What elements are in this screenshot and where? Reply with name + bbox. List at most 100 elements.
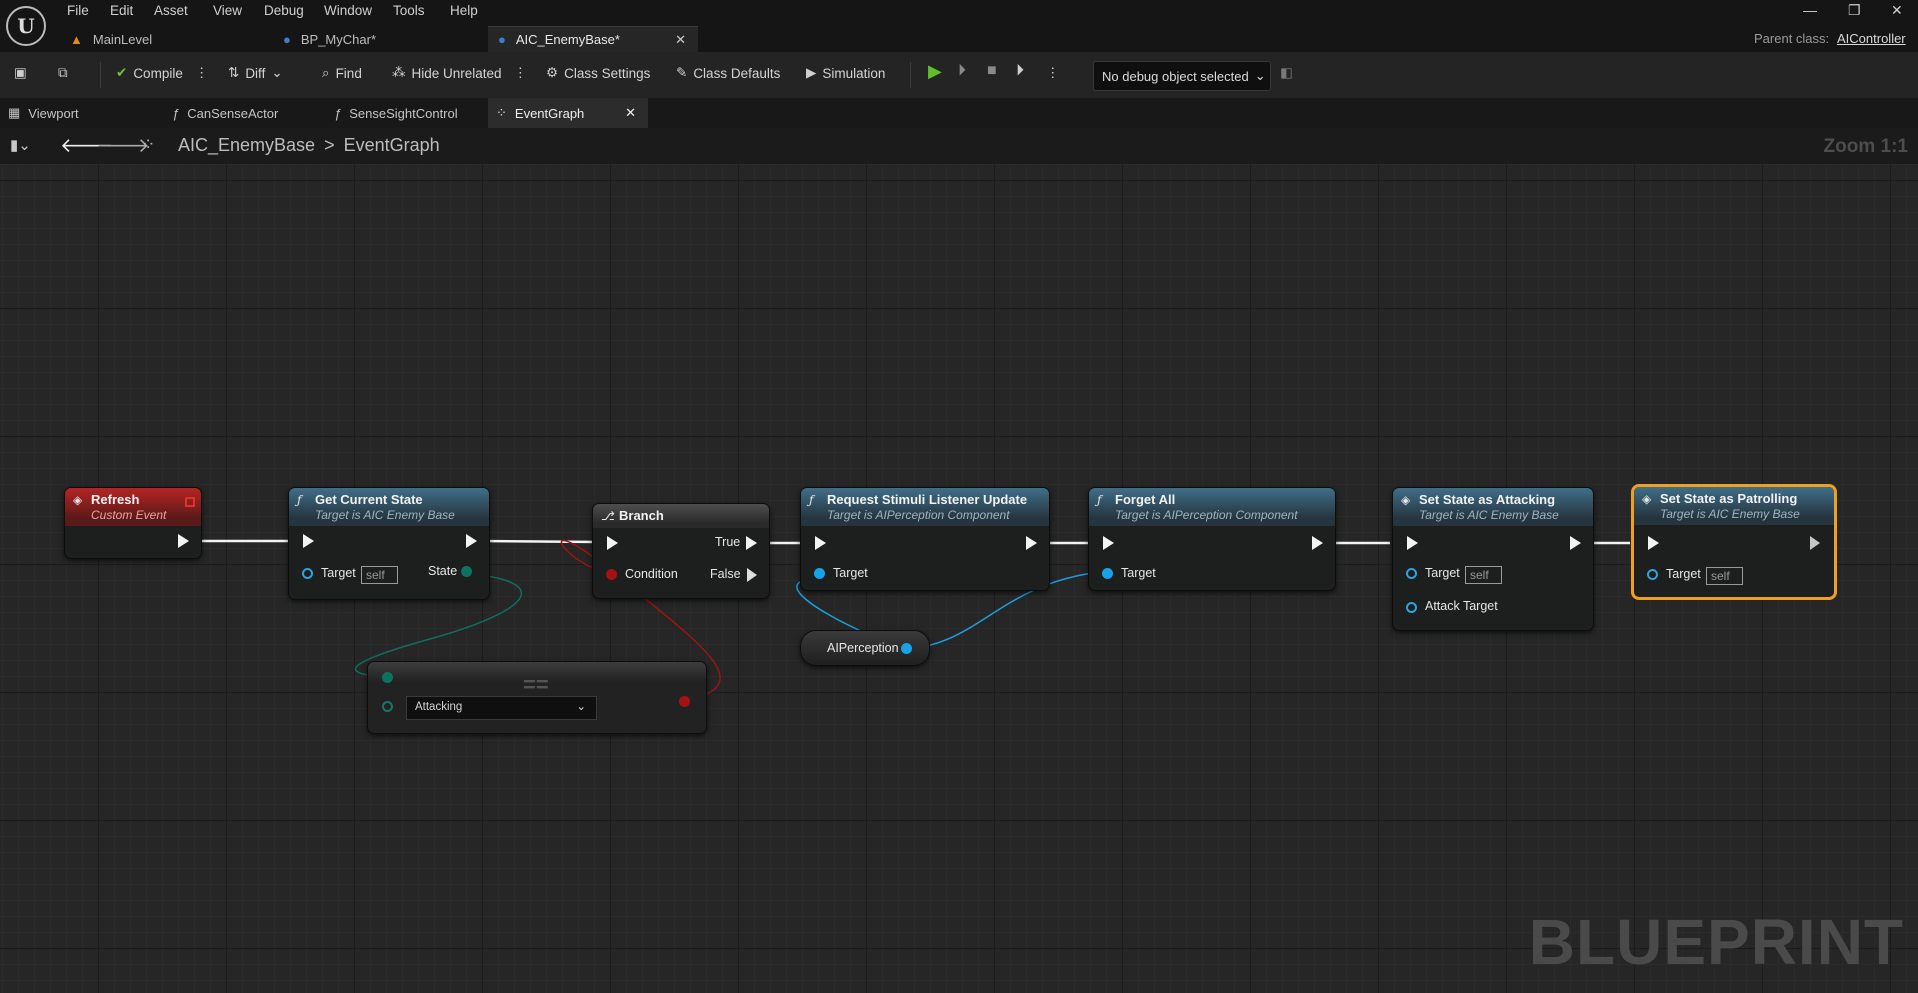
exec-in-pin[interactable]: [303, 534, 314, 548]
graph-icon: ⁘: [496, 105, 507, 120]
target-self-field[interactable]: self: [1706, 567, 1743, 585]
exec-in-pin[interactable]: [1407, 536, 1418, 550]
node-set-state-attacking[interactable]: ◈ Set State as Attacking Target is AIC E…: [1392, 487, 1594, 631]
exec-out-pin[interactable]: [1026, 536, 1037, 550]
result-pin[interactable]: [679, 696, 690, 707]
compile-button[interactable]: ✔ Compile ⋮: [116, 65, 208, 81]
node-set-state-patrolling[interactable]: ◈ Set State as Patrolling Target is AIC …: [1632, 485, 1836, 599]
state-pin[interactable]: [461, 566, 472, 577]
tab-sensesightcontrol[interactable]: ƒ SenseSightControl: [334, 98, 458, 128]
target-pin[interactable]: [1406, 568, 1417, 579]
function-icon: ƒ: [334, 105, 342, 121]
bookmark-icon[interactable]: ▮⌄: [10, 136, 31, 154]
restore-icon[interactable]: ❐: [1848, 2, 1861, 19]
debug-camera-icon[interactable]: ◧: [1280, 65, 1293, 81]
exec-in-pin[interactable]: [607, 536, 618, 550]
hide-unrelated-button[interactable]: ⁂ Hide Unrelated ⋮: [392, 65, 527, 81]
node-refresh-event[interactable]: ◈ Refresh Custom Event: [64, 487, 202, 559]
menu-help[interactable]: Help: [450, 3, 478, 18]
aiperception-out-pin[interactable]: [901, 643, 912, 654]
node-get-current-state[interactable]: ƒ Get Current State Target is AIC Enemy …: [288, 487, 490, 600]
browse-icon[interactable]: ⧉: [58, 65, 68, 81]
class-settings-button[interactable]: ⚙ Class Settings: [546, 65, 650, 81]
delegate-pin-icon[interactable]: [185, 497, 195, 507]
hide-unrelated-label: Hide Unrelated: [411, 65, 502, 81]
false-exec-pin[interactable]: [747, 568, 757, 582]
minimize-icon[interactable]: —: [1803, 2, 1817, 18]
exec-in-pin[interactable]: [1648, 536, 1659, 550]
parent-class-link[interactable]: AIController: [1837, 31, 1906, 46]
class-defaults-button[interactable]: ✎ Class Defaults: [676, 65, 780, 81]
class-defaults-label: Class Defaults: [693, 65, 781, 81]
exec-in-pin[interactable]: [1103, 536, 1114, 550]
save-icon[interactable]: ▣: [14, 65, 27, 81]
target-pin[interactable]: [1647, 569, 1658, 580]
enum-a-pin[interactable]: [382, 672, 393, 683]
doc-tab-bp-mychar[interactable]: ● BP_MyChar*: [283, 26, 483, 52]
node-branch[interactable]: ⎇ Branch True Condition False: [592, 503, 770, 599]
more-icon[interactable]: ⋮: [1046, 65, 1060, 81]
condition-pin[interactable]: [606, 569, 617, 580]
menu-file[interactable]: File: [67, 3, 89, 18]
enum-value-dropdown[interactable]: Attacking ⌄: [406, 696, 597, 720]
simulation-button[interactable]: ▶ Simulation: [806, 65, 885, 81]
node-title: Get Current State: [315, 492, 423, 507]
exec-out-pin[interactable]: [1810, 536, 1820, 550]
more-icon[interactable]: ⋮: [195, 65, 209, 81]
tab-eventgraph[interactable]: ⁘ EventGraph ✕: [488, 98, 648, 128]
play-icon[interactable]: ▶: [928, 61, 942, 82]
exec-out-pin[interactable]: [1312, 536, 1323, 550]
node-title: ==: [523, 672, 549, 697]
hierarchy-icon[interactable]: ⁘: [141, 135, 155, 155]
enum-b-pin[interactable]: [382, 701, 393, 712]
close-window-icon[interactable]: ✕: [1891, 2, 1903, 19]
exec-out-pin[interactable]: [1570, 536, 1581, 550]
node-equal-enum[interactable]: == Attacking ⌄: [367, 661, 707, 734]
exec-out-pin[interactable]: [178, 534, 189, 548]
step-icon[interactable]: ⏵: [958, 62, 966, 80]
node-forget-all[interactable]: ƒ Forget All Target is AIPerception Comp…: [1088, 487, 1336, 591]
doc-tab-mainlevel[interactable]: ▲ MainLevel: [70, 26, 270, 52]
simulation-icon: ▶: [806, 65, 817, 80]
tab-cansenseactor[interactable]: ƒ CanSenseActor: [172, 98, 278, 128]
target-self-field[interactable]: self: [361, 566, 398, 584]
target-self-field[interactable]: self: [1465, 566, 1502, 584]
target-pin[interactable]: [1102, 568, 1113, 579]
target-pin[interactable]: [814, 568, 825, 579]
more-icon[interactable]: ⋮: [514, 65, 528, 81]
find-button[interactable]: ⌕ Find: [322, 65, 362, 81]
breadcrumb-separator: >: [324, 135, 335, 155]
exec-out-pin[interactable]: [466, 534, 477, 548]
target-pin[interactable]: [302, 568, 313, 579]
debug-object-dropdown[interactable]: No debug object selected ⌄: [1093, 61, 1271, 91]
close-icon[interactable]: ✕: [675, 32, 686, 48]
doc-tab-aic-enemybase[interactable]: ● AIC_EnemyBase* ✕: [488, 26, 698, 52]
menu-tools[interactable]: Tools: [393, 3, 425, 18]
node-request-stimuli-listener-update[interactable]: ƒ Request Stimuli Listener Update Target…: [800, 487, 1050, 591]
menu-view[interactable]: View: [213, 3, 242, 18]
menu-asset[interactable]: Asset: [154, 3, 188, 18]
stop-icon[interactable]: ■: [987, 62, 997, 80]
parent-class-label: Parent class:: [1754, 31, 1830, 46]
exec-in-pin[interactable]: [815, 536, 826, 550]
node-aiperception-variable[interactable]: AIPerception: [800, 630, 930, 666]
menu-debug[interactable]: Debug: [264, 3, 304, 18]
unreal-logo-icon[interactable]: U: [6, 6, 46, 46]
menu-window[interactable]: Window: [324, 3, 372, 18]
find-icon: ⌕: [322, 65, 330, 80]
graph-canvas[interactable]: ◈ Refresh Custom Event ƒ Get Current Sta…: [0, 164, 1918, 993]
enum-value-label: Attacking: [415, 701, 463, 713]
diff-button[interactable]: ⇅ Diff ⌄: [228, 65, 283, 81]
chevron-down-icon: ⌄: [271, 65, 283, 80]
menu-edit[interactable]: Edit: [110, 3, 133, 18]
false-label: False: [710, 567, 741, 581]
gear-icon: ⚙: [546, 65, 559, 80]
tab-viewport[interactable]: ▦ Viewport: [8, 98, 79, 128]
breadcrumb-root[interactable]: AIC_EnemyBase: [178, 135, 315, 155]
close-icon[interactable]: ✕: [625, 105, 636, 121]
attack-target-pin[interactable]: [1406, 602, 1417, 613]
sub-tab-bar: ▦ Viewport ƒ CanSenseActor ƒ SenseSightCont…: [0, 98, 1918, 128]
function-icon: ƒ: [172, 105, 180, 121]
eject-play-icon[interactable]: ⏵: [1016, 62, 1024, 80]
true-exec-pin[interactable]: [746, 536, 757, 550]
